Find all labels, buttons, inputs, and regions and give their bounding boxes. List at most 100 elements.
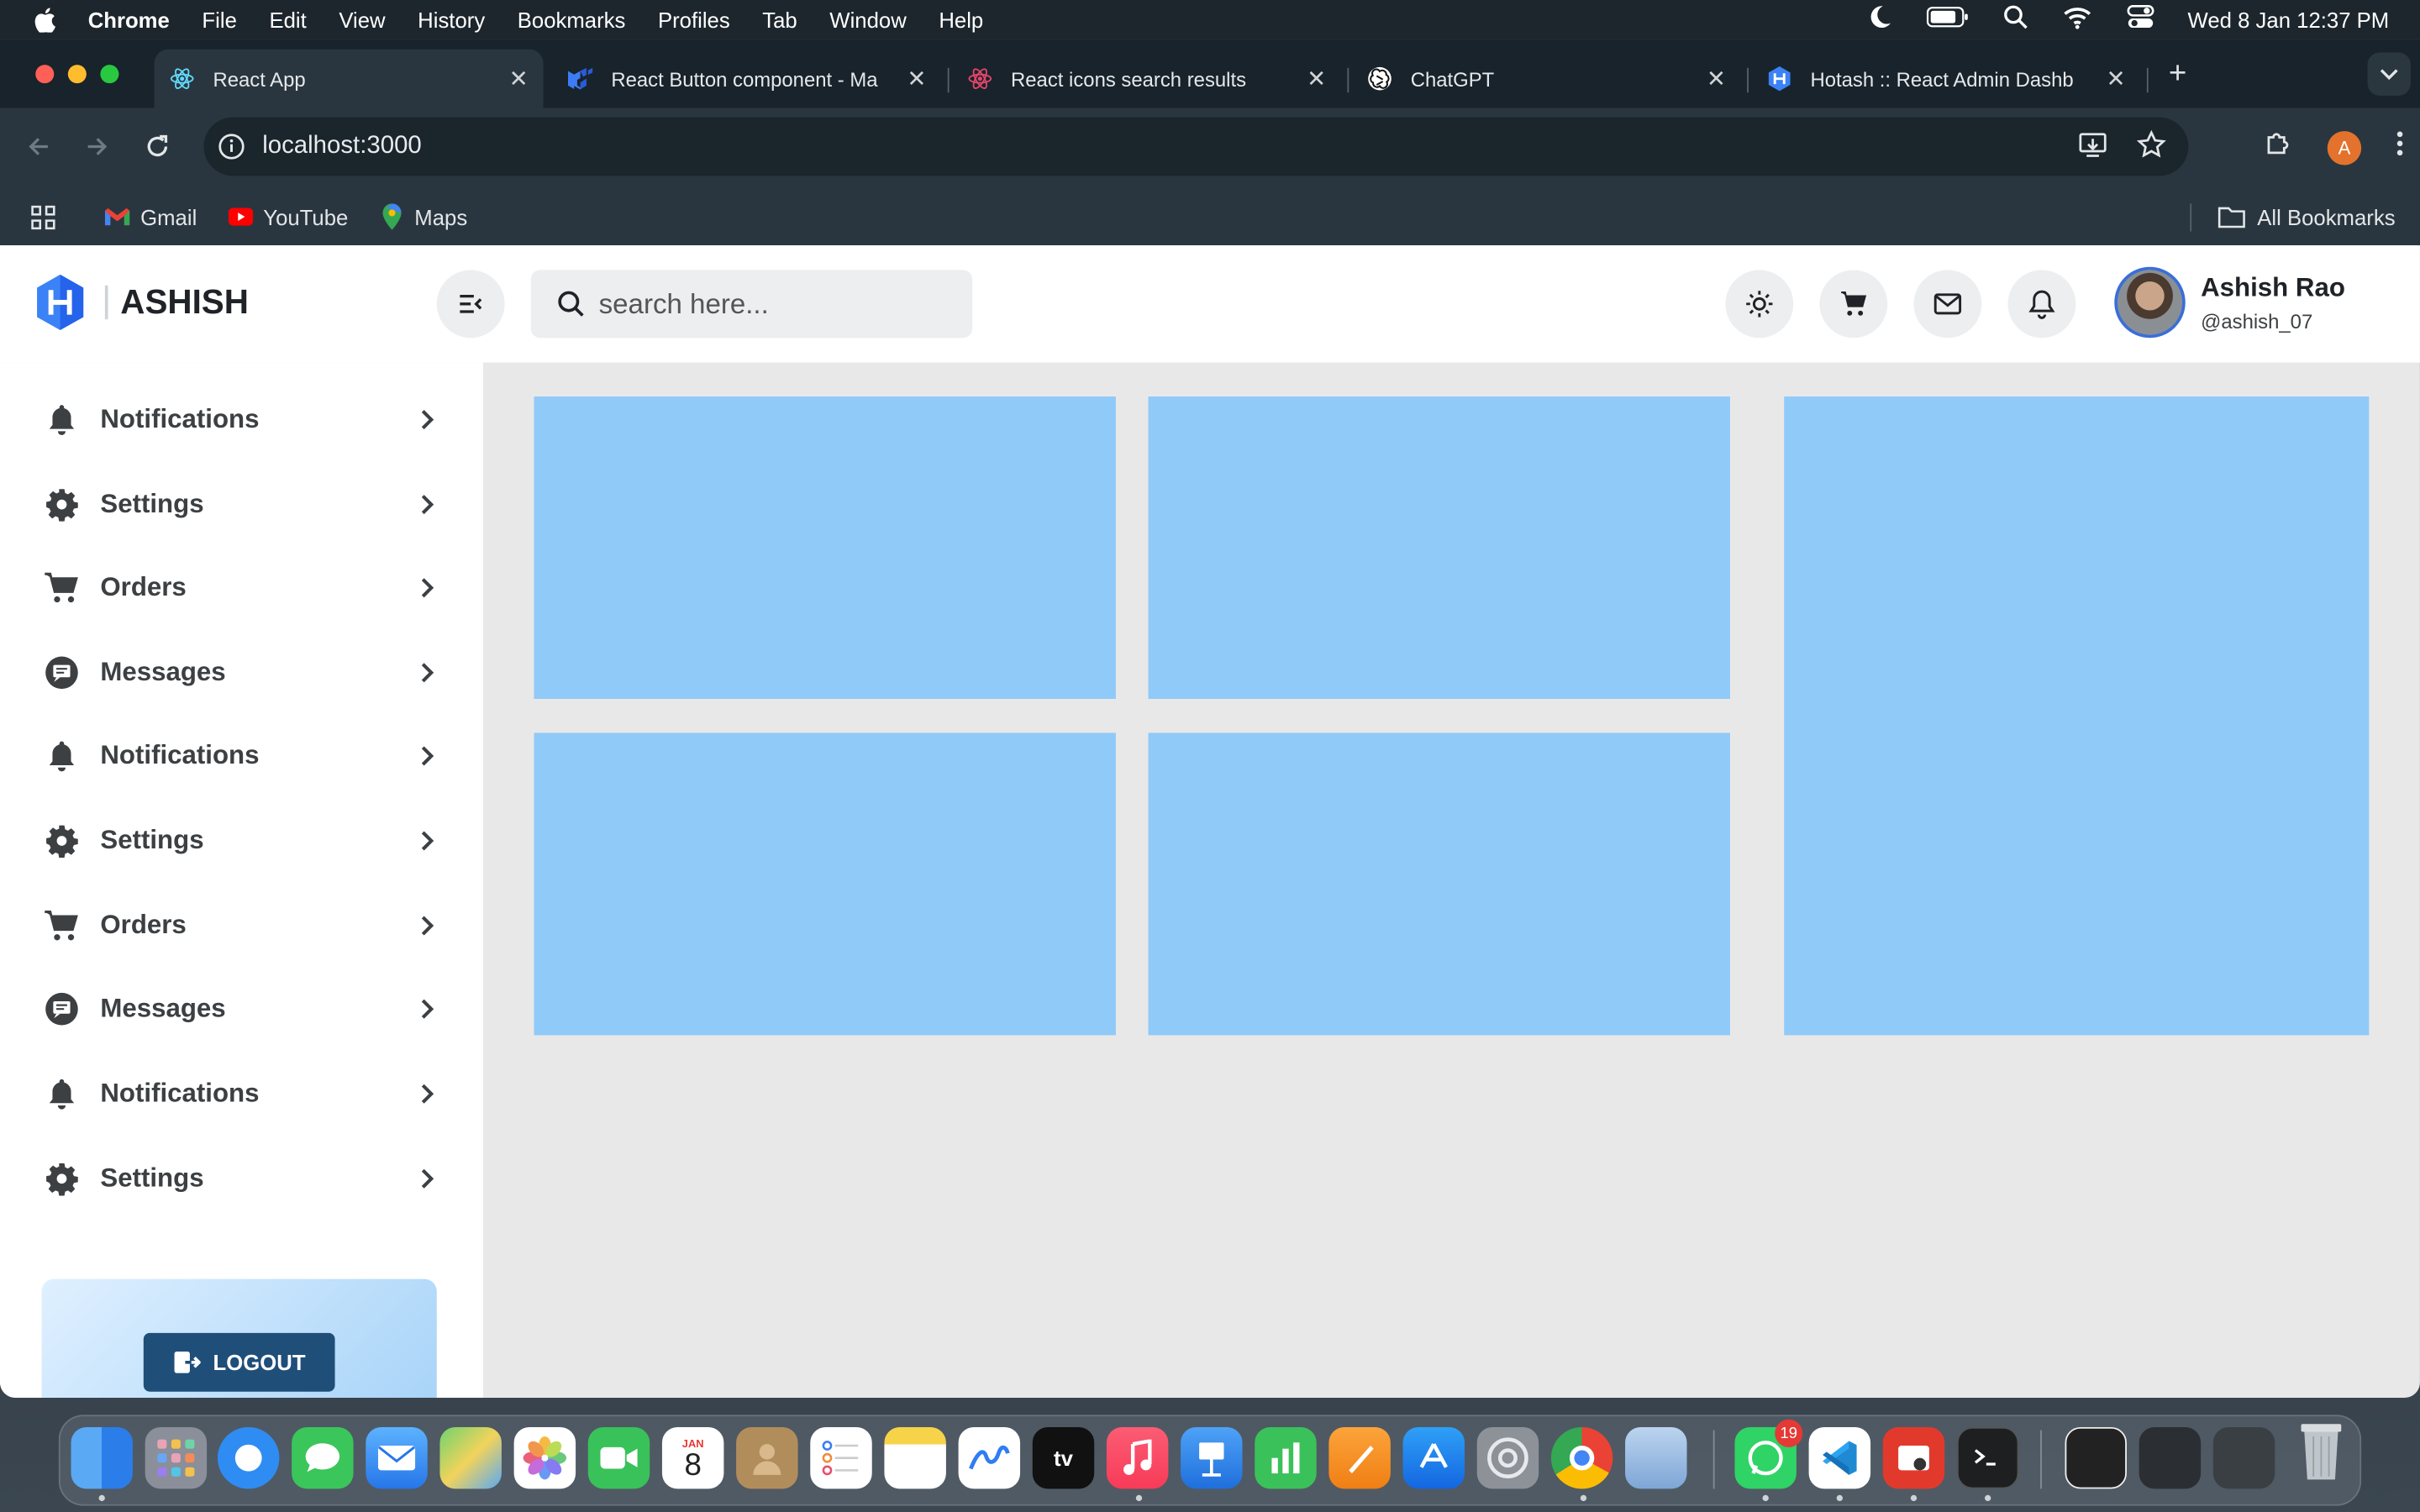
tab-react-app[interactable]: React App ✕ [154, 49, 544, 108]
zoom-window-button[interactable] [100, 65, 119, 84]
back-button[interactable] [22, 129, 55, 163]
sidebar-item-notifications[interactable]: Notifications [43, 389, 438, 450]
sidebar-item-messages[interactable]: Messages [43, 642, 438, 703]
maps-icon[interactable] [439, 1426, 502, 1489]
minimized-window-thumbnail[interactable] [2139, 1426, 2202, 1489]
install-app-icon[interactable] [2077, 129, 2108, 168]
bookmark-youtube[interactable]: YouTube [228, 204, 348, 229]
bookmark-gmail[interactable]: Gmail [104, 204, 197, 229]
apple-tv-icon[interactable]: tv [1032, 1426, 1095, 1489]
close-tab-icon[interactable]: ✕ [2101, 65, 2132, 92]
app-store-icon[interactable] [1402, 1426, 1465, 1489]
cart-button[interactable] [1819, 270, 1888, 339]
search-box[interactable] [530, 270, 973, 339]
sidebar-toggle-button[interactable] [436, 270, 505, 339]
brand-logo[interactable]: ASHISH [34, 273, 249, 332]
tab-react-icons-search[interactable]: React icons search results ✕ [952, 50, 1341, 108]
contacts-icon[interactable] [736, 1426, 798, 1489]
messages-icon[interactable] [292, 1426, 354, 1489]
sidebar-item-settings[interactable]: Settings [43, 810, 438, 871]
avatar[interactable] [2114, 266, 2186, 339]
menu-help[interactable]: Help [939, 7, 983, 31]
bookmark-star-icon[interactable] [2136, 129, 2167, 168]
bookmark-maps[interactable]: Maps [379, 203, 467, 230]
close-tab-icon[interactable]: ✕ [902, 65, 933, 92]
trash-icon[interactable] [2291, 1421, 2352, 1483]
notifications-button[interactable] [2007, 270, 2076, 339]
photos-icon[interactable] [513, 1426, 576, 1489]
tab-hotash-admin[interactable]: Hotash :: React Admin Dashb ✕ [1752, 50, 2141, 108]
menu-view[interactable]: View [339, 7, 385, 31]
close-tab-icon[interactable]: ✕ [1301, 65, 1332, 92]
url-text[interactable]: localhost:3000 [262, 133, 422, 160]
menu-bookmarks[interactable]: Bookmarks [518, 7, 626, 31]
close-tab-icon[interactable]: ✕ [1701, 65, 1732, 92]
menubar-clock[interactable]: Wed 8 Jan 12:37 PM [2188, 7, 2390, 31]
preview-icon[interactable] [1625, 1426, 1687, 1489]
menu-profiles[interactable]: Profiles [658, 7, 730, 31]
minimized-window-thumbnail[interactable] [2212, 1426, 2275, 1489]
chrome-icon[interactable] [1550, 1426, 1613, 1489]
notes-icon[interactable] [884, 1426, 946, 1489]
new-tab-button[interactable]: + [2160, 57, 2194, 92]
more-options-icon[interactable] [2396, 129, 2405, 165]
mail-button[interactable] [1913, 270, 1982, 339]
search-input[interactable] [598, 287, 939, 321]
sidebar-item-notifications[interactable]: Notifications [43, 725, 438, 786]
system-settings-icon[interactable] [1476, 1426, 1539, 1489]
gear-icon [43, 486, 80, 523]
battery-icon[interactable] [1925, 6, 1968, 32]
keynote-icon[interactable] [1181, 1426, 1243, 1489]
wifi-icon[interactable] [2061, 5, 2092, 34]
sidebar-item-notifications[interactable]: Notifications [43, 1063, 438, 1124]
menu-edit[interactable]: Edit [269, 7, 306, 31]
minimize-window-button[interactable] [67, 65, 87, 84]
tab-react-button-component[interactable]: React Button component - Ma ✕ [553, 50, 942, 108]
numbers-icon[interactable] [1255, 1426, 1317, 1489]
finder-icon[interactable] [71, 1426, 133, 1489]
extensions-icon[interactable] [2263, 128, 2294, 166]
safari-icon[interactable] [217, 1426, 280, 1489]
all-bookmarks-button[interactable]: All Bookmarks [2217, 188, 2396, 245]
sidebar-item-settings[interactable]: Settings [43, 1148, 438, 1210]
sidebar-item-settings[interactable]: Settings [43, 474, 438, 535]
theme-toggle-button[interactable] [1725, 270, 1794, 339]
menu-file[interactable]: File [202, 7, 236, 31]
menu-app-name[interactable]: Chrome [88, 7, 170, 31]
music-icon[interactable] [1106, 1426, 1169, 1489]
freeform-icon[interactable] [958, 1426, 1021, 1489]
pages-icon[interactable] [1328, 1426, 1391, 1489]
apple-icon[interactable] [33, 7, 57, 32]
address-bar[interactable]: localhost:3000 [203, 117, 2189, 176]
reload-button[interactable] [140, 129, 174, 163]
vscode-icon[interactable] [1808, 1426, 1871, 1489]
profile-avatar-button[interactable]: A [2327, 130, 2362, 165]
tab-search-button[interactable] [2367, 52, 2411, 96]
facetime-icon[interactable] [587, 1426, 650, 1489]
tab-chatgpt[interactable]: ChatGPT ✕ [1352, 50, 1741, 108]
terminal-icon[interactable] [1956, 1426, 2019, 1489]
menu-window[interactable]: Window [829, 7, 906, 31]
mail-icon[interactable] [366, 1426, 428, 1489]
spotlight-search-icon[interactable] [2002, 5, 2027, 34]
do-not-disturb-icon[interactable] [1867, 5, 1891, 34]
close-tab-icon[interactable]: ✕ [503, 65, 534, 92]
site-info-icon[interactable] [216, 131, 247, 162]
control-center-icon[interactable] [2126, 5, 2154, 34]
menu-history[interactable]: History [418, 7, 485, 31]
calendar-icon[interactable]: JAN 8 [661, 1426, 724, 1489]
photo-booth-icon[interactable] [1882, 1426, 1945, 1489]
user-profile[interactable]: Ashish Rao @ashish_07 [2114, 266, 2345, 339]
logout-button[interactable]: LOGOUT [143, 1332, 335, 1392]
sidebar-item-orders[interactable]: Orders [43, 557, 438, 618]
sidebar-item-orders[interactable]: Orders [43, 895, 438, 956]
close-window-button[interactable] [35, 65, 55, 84]
reminders-icon[interactable] [810, 1426, 872, 1489]
minimized-window-thumbnail[interactable] [2065, 1426, 2127, 1489]
sidebar-item-messages[interactable]: Messages [43, 978, 438, 1039]
launchpad-icon[interactable] [145, 1426, 208, 1489]
apps-grid-icon[interactable] [31, 204, 55, 229]
menu-tab[interactable]: Tab [762, 7, 797, 31]
chevron-right-icon [417, 1083, 439, 1105]
forward-button[interactable] [81, 129, 114, 163]
